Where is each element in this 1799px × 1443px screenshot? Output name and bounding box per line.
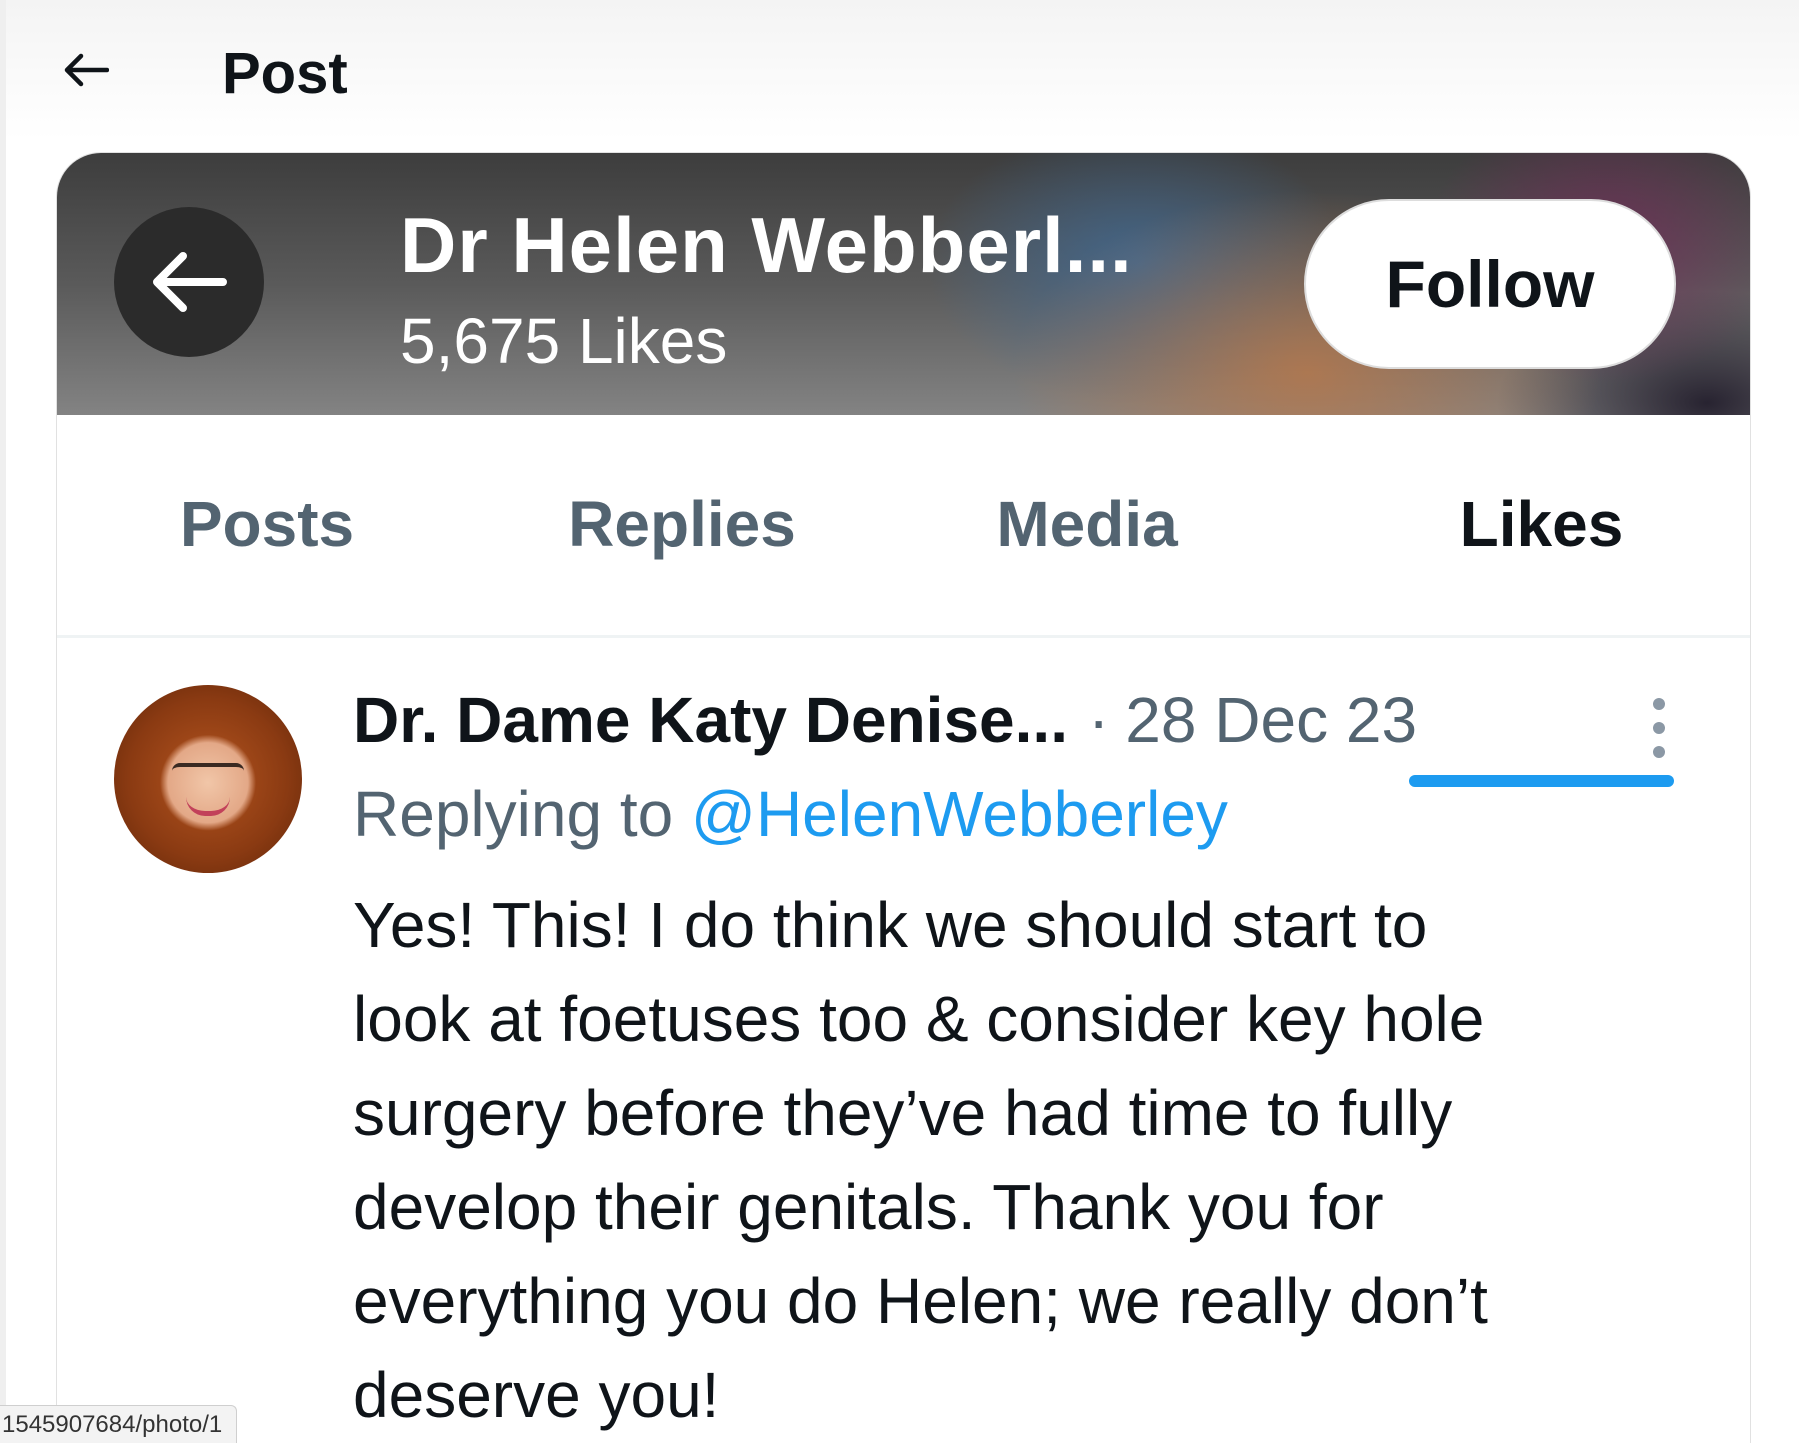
more-vertical-icon[interactable] bbox=[1639, 683, 1679, 773]
post-author-name[interactable]: Dr. Dame Katy Denise... bbox=[353, 683, 1068, 757]
profile-back-button[interactable] bbox=[114, 207, 264, 357]
active-tab-indicator bbox=[1409, 775, 1674, 787]
back-button[interactable] bbox=[60, 44, 112, 96]
profile-name: Dr Helen Webberl... bbox=[400, 201, 1133, 289]
post-text-line: deserve you! bbox=[353, 1359, 720, 1431]
avatar[interactable] bbox=[114, 685, 302, 873]
post-text-line: develop their genitals. Thank you for bbox=[353, 1171, 1384, 1243]
post-image[interactable]: Dr Helen Webberl... 5,675 Likes Follow P… bbox=[57, 153, 1750, 1443]
arrow-left-icon bbox=[64, 53, 109, 87]
tab-replies[interactable]: Replies bbox=[507, 415, 857, 632]
replying-to-handle[interactable]: @HelenWebberley bbox=[691, 778, 1228, 850]
post-separator: · bbox=[1087, 684, 1110, 756]
avatar-smile bbox=[186, 797, 230, 816]
post-date[interactable]: 28 Dec 23 bbox=[1125, 683, 1417, 757]
post-text-line: look at foetuses too & consider key hole bbox=[353, 983, 1485, 1055]
replying-to: Replying to @HelenWebberley bbox=[353, 769, 1228, 859]
post-text: Yes! This! I do think we should start to… bbox=[353, 878, 1693, 1442]
replying-to-prefix: Replying to bbox=[353, 778, 691, 850]
more-dot bbox=[1653, 746, 1665, 758]
tab-likes[interactable]: Likes bbox=[1409, 415, 1674, 632]
profile-likes-count: 5,675 Likes bbox=[400, 305, 728, 377]
page: Post Dr Helen Webberl... 5,675 Likes Fol… bbox=[0, 0, 1799, 1443]
follow-button[interactable]: Follow bbox=[1304, 199, 1676, 369]
arrow-left-icon bbox=[153, 252, 227, 312]
avatar-glasses bbox=[172, 763, 244, 785]
post-text-line: Yes! This! I do think we should start to bbox=[353, 889, 1428, 961]
more-dot bbox=[1653, 698, 1665, 710]
post-text-line: everything you do Helen; we really don’t bbox=[353, 1265, 1488, 1337]
page-title: Post bbox=[222, 41, 348, 106]
more-dot bbox=[1653, 722, 1665, 734]
post-header: Dr. Dame Katy Denise... · 28 Dec 23 bbox=[353, 675, 1417, 765]
status-bar-url: 1545907684/photo/1 bbox=[0, 1405, 238, 1443]
tab-media[interactable]: Media bbox=[927, 415, 1247, 632]
profile-tabs: Posts Replies Media Likes bbox=[57, 415, 1750, 638]
window-edge bbox=[0, 0, 6, 1443]
post-text-line: surgery before they’ve had time to fully bbox=[353, 1077, 1453, 1149]
tab-posts[interactable]: Posts bbox=[117, 415, 417, 632]
